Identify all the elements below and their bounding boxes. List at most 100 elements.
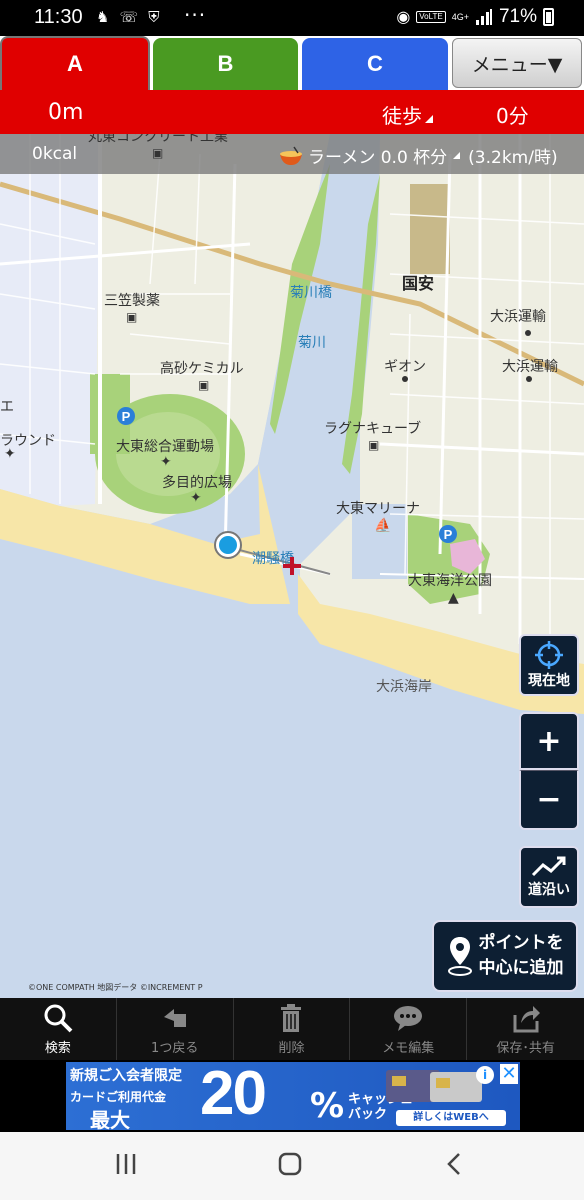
marina-icon: ⛵: [374, 518, 392, 534]
battery-icon: [543, 8, 554, 26]
location-icon: ◉: [396, 9, 411, 26]
travel-mode-selector[interactable]: 徒歩: [382, 100, 433, 129]
map-copyright: ©ONE COMPATH 地図データ ©INCREMENT P: [28, 983, 203, 992]
svg-text:P: P: [122, 409, 131, 424]
undo-button[interactable]: 1つ戻る: [117, 998, 234, 1060]
back-icon[interactable]: [444, 1152, 464, 1176]
map-center-crosshair: [283, 557, 301, 575]
shield-icon: ⛨: [148, 8, 160, 26]
sports-icon: ✦: [160, 454, 172, 470]
factory-icon: ▣: [368, 438, 380, 452]
ad-web-button[interactable]: 詳しくはWEBへ: [396, 1110, 506, 1126]
map-label-concrete: 丸東コンクリート工業: [88, 134, 228, 145]
add-point-label-2: 中心に追加: [478, 958, 564, 978]
zoom-out-button[interactable]: −: [519, 770, 579, 830]
ad-big-number: 20: [200, 1059, 267, 1128]
map-label-tamokuteki: 多目的広場: [162, 475, 232, 491]
home-icon[interactable]: [278, 1152, 302, 1176]
search-button[interactable]: 検索: [0, 998, 117, 1060]
ad-line-3: 最大: [90, 1108, 130, 1132]
poi-dot: [525, 330, 531, 336]
undo-label: 1つ戻る: [151, 1041, 199, 1056]
memo-icon: [394, 1006, 423, 1031]
credit-cards-image: [386, 1070, 482, 1102]
delete-button[interactable]: 削除: [234, 998, 351, 1060]
system-icons: ◉ VoLTE 4G+ 71%: [396, 6, 554, 28]
poi-dot: [402, 376, 408, 382]
tab-a[interactable]: A: [0, 36, 150, 90]
route-tabs: A B C メニュー▼: [0, 36, 584, 90]
current-location-marker: [214, 531, 242, 559]
add-point-label-1: ポイントを: [478, 933, 564, 953]
current-location-button[interactable]: 現在地: [519, 634, 579, 696]
map-label-daito-sports: 大東総合運動場: [116, 439, 214, 455]
signal-icon: [475, 9, 492, 25]
dropdown-corner-icon: [425, 115, 433, 123]
map-label-takasago: 高砂ケミカル: [160, 361, 244, 377]
ad-close-icon[interactable]: ✕: [500, 1064, 518, 1084]
search-label: 検索: [44, 1041, 71, 1056]
status-time: 11:30: [34, 6, 83, 28]
along-road-button[interactable]: 道沿い: [519, 846, 579, 908]
menu-button[interactable]: メニュー▼: [452, 38, 582, 88]
map-label-gion: ギオン: [384, 359, 426, 375]
add-point-center-button[interactable]: ポイントを 中心に追加: [432, 920, 578, 992]
map-label-ohama-beach: 大浜海岸: [376, 679, 432, 695]
poi-dot: [526, 376, 532, 382]
calorie-value: 0kcal: [32, 144, 78, 164]
crosshair-icon: [535, 641, 563, 669]
call-icon: ☏: [119, 8, 139, 26]
trend-line-icon: [531, 856, 566, 877]
current-location-label: 現在地: [528, 673, 570, 689]
map-label-ohama-unyu-1: 大浜運輸: [490, 309, 546, 325]
save-share-button[interactable]: 保存･共有: [467, 998, 584, 1060]
memo-edit-button[interactable]: メモ編集: [350, 998, 468, 1060]
map-label-kikugawa-bridge: 菊川橋: [290, 285, 332, 301]
delete-label: 削除: [278, 1041, 305, 1056]
ad-area: 新規ご入会者限定 カードご利用代金 最大 20 % キャッシュ バック 詳しくはW…: [0, 1059, 584, 1132]
ad-banner[interactable]: 新規ご入会者限定 カードご利用代金 最大 20 % キャッシュ バック 詳しくはW…: [66, 1059, 520, 1132]
system-nav-bar: [0, 1132, 584, 1200]
travel-mode-label: 徒歩: [382, 104, 422, 128]
ad-line-1: 新規ご入会者限定: [70, 1068, 182, 1084]
sports-icon: ✦: [4, 446, 16, 462]
volte-icon: VoLTE: [416, 11, 446, 23]
factory-icon: ▣: [152, 146, 164, 160]
park-tree-icon: ▲: [448, 590, 459, 606]
sports-icon: ✦: [190, 490, 202, 506]
ad-cashback-line-2: バック: [348, 1107, 388, 1122]
save-share-label: 保存･共有: [496, 1041, 555, 1056]
search-icon: [44, 1004, 73, 1033]
ramen-bowl-icon: [280, 146, 302, 165]
map-view[interactable]: P P 0kcal ラーメン 0.0 杯分 (3.2km/時) 丸東コンクリート…: [0, 134, 584, 998]
status-bar: 11:30 ♞ ☏ ⛨ ··· ◉ VoLTE 4G+ 71%: [0, 0, 584, 36]
ramen-text: ラーメン 0.0 杯分: [308, 148, 448, 168]
recent-apps-icon[interactable]: [114, 1152, 138, 1176]
zoom-in-button[interactable]: +: [519, 712, 579, 770]
map-label-marina: 大東マリーナ: [336, 501, 420, 517]
map-label-kokuan: 国安: [402, 274, 435, 293]
trash-icon: [281, 1004, 302, 1032]
map-label-laguna: ラグナキューブ: [324, 421, 422, 437]
factory-icon: ▣: [126, 310, 138, 324]
ad-line-2: カードご利用代金: [70, 1090, 167, 1104]
map-label-kikugawa: 菊川: [298, 335, 326, 351]
along-road-label: 道沿い: [528, 882, 570, 898]
ad-info-icon[interactable]: i: [476, 1066, 494, 1084]
map-label-edge: エ: [0, 399, 14, 415]
map-label-mikasa: 三笠製薬: [104, 293, 160, 309]
ramen-equivalent[interactable]: ラーメン 0.0 杯分 (3.2km/時): [278, 143, 558, 168]
dropdown-corner-icon: [453, 152, 461, 159]
svg-text:P: P: [444, 527, 453, 542]
tab-c[interactable]: C: [302, 38, 448, 90]
bottom-toolbar: 検索 1つ戻る 削除 メモ編集 保存･共有: [0, 998, 584, 1060]
notification-app-icon: ♞: [96, 8, 110, 26]
undo-icon: [163, 1009, 186, 1027]
map-label-ohama-unyu-2: 大浜運輸: [502, 359, 558, 375]
tab-b[interactable]: B: [153, 38, 298, 90]
map-label-kaiyo-park: 大東海洋公園: [408, 573, 492, 589]
factory-icon: ▣: [198, 378, 210, 392]
walking-speed: (3.2km/時): [468, 148, 558, 168]
route-info-bar: 0m 徒歩 0分: [0, 90, 584, 134]
route-distance: 0m: [48, 100, 84, 125]
